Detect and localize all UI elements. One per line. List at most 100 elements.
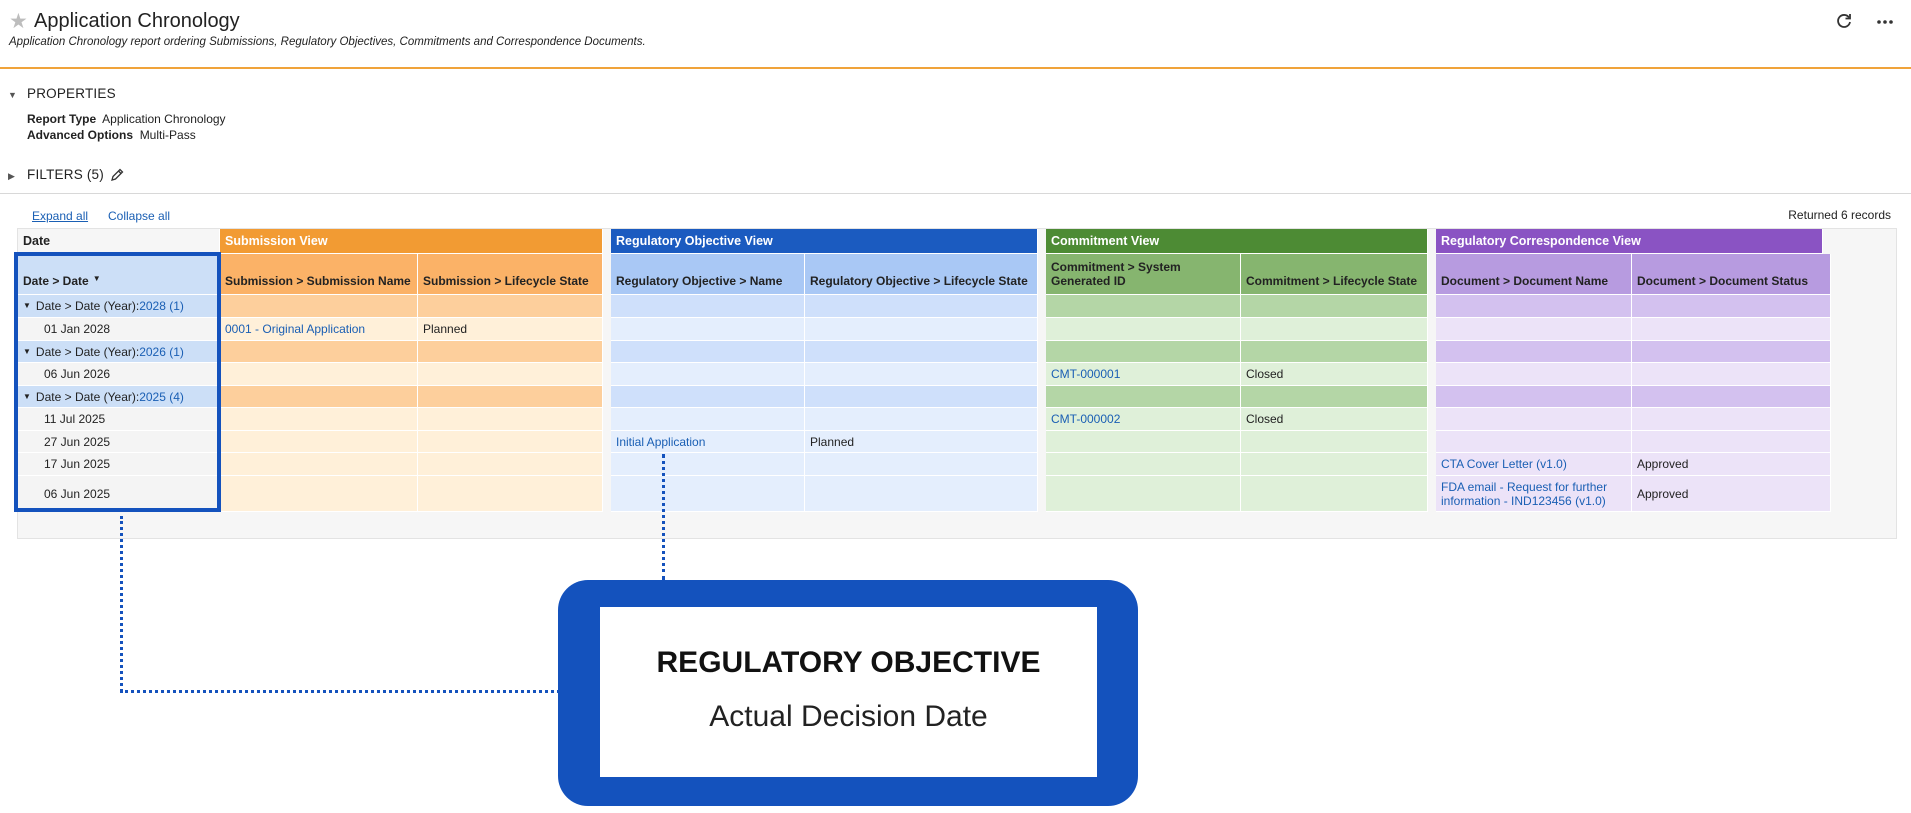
cell-cmt-state: Closed — [1241, 363, 1428, 386]
table-cell — [805, 408, 1038, 431]
col-document-name-header[interactable]: Document > Document Name — [1436, 254, 1632, 295]
obj-name-value[interactable]: Initial Application — [616, 435, 705, 449]
more-actions-icon[interactable] — [1875, 8, 1895, 33]
col-submission-state-header[interactable]: Submission > Lifecycle State — [418, 254, 603, 295]
group-row-cell — [1436, 341, 1632, 363]
table-cell — [418, 431, 603, 453]
table-cell — [805, 453, 1038, 476]
cmt-id-value[interactable]: CMT-000002 — [1051, 412, 1120, 426]
advanced-options-property: Advanced Options Multi-Pass — [27, 128, 196, 142]
properties-collapse-icon[interactable]: ▼ — [8, 90, 17, 100]
cell-cmt-id[interactable]: CMT-000002 — [1046, 408, 1241, 431]
table-cell — [1241, 318, 1428, 341]
cell-cmt-state: Closed — [1241, 408, 1428, 431]
table-cell — [1436, 318, 1632, 341]
col-commitment-id-header[interactable]: Commitment > System Generated ID — [1046, 254, 1241, 295]
group-row-cell — [1046, 341, 1241, 363]
table-cell — [1632, 431, 1831, 453]
correspondence-view-header-label: Regulatory Correspondence View — [1441, 234, 1641, 248]
report-type-value: Application Chronology — [102, 112, 226, 126]
sub-name-value[interactable]: 0001 - Original Application — [225, 322, 365, 336]
col-submission-name-header[interactable]: Submission > Submission Name — [220, 254, 418, 295]
submission-view-header-label: Submission View — [225, 234, 328, 248]
col-objective-state-header[interactable]: Regulatory Objective > Lifecycle State — [805, 254, 1038, 295]
filters-divider — [0, 193, 1911, 194]
group-row-cell — [1436, 295, 1632, 318]
col-document-name-label: Document > Document Name — [1441, 274, 1609, 288]
table-cell — [1436, 408, 1632, 431]
group-row-cell — [1436, 386, 1632, 408]
table-cell — [1632, 318, 1831, 341]
filters-expand-icon[interactable]: ▶ — [8, 171, 15, 182]
cell-obj-name[interactable]: Initial Application — [611, 431, 805, 453]
doc-status-value: Approved — [1637, 486, 1689, 501]
record-count: Returned 6 records — [1788, 208, 1891, 222]
cmt-id-value[interactable]: CMT-000001 — [1051, 367, 1120, 381]
date-connector-vertical — [120, 516, 123, 692]
table-cell — [611, 318, 805, 341]
col-objective-state-label: Regulatory Objective > Lifecycle State — [810, 274, 1028, 288]
group-row-cell — [805, 386, 1038, 408]
table-cell — [220, 476, 418, 512]
table-cell — [1436, 363, 1632, 386]
cmt-state-value: Closed — [1246, 367, 1284, 381]
table-cell — [611, 476, 805, 512]
sub-state-value: Planned — [423, 322, 468, 336]
group-row-cell — [220, 341, 418, 363]
group-row-cell — [418, 386, 603, 408]
col-objective-name-header[interactable]: Regulatory Objective > Name — [611, 254, 805, 295]
date-column-highlight — [14, 252, 221, 512]
cell-sub-name[interactable]: 0001 - Original Application — [220, 318, 418, 341]
col-document-status-header[interactable]: Document > Document Status — [1632, 254, 1831, 295]
cell-doc-status: Approved — [1632, 453, 1831, 476]
table-cell — [418, 408, 603, 431]
table-cell — [1046, 318, 1241, 341]
table-cell — [805, 476, 1038, 512]
doc-status-value: Approved — [1637, 457, 1689, 471]
col-submission-name-label: Submission > Submission Name — [225, 274, 411, 288]
expand-all-link[interactable]: Expand all — [32, 209, 88, 223]
table-cell — [220, 363, 418, 386]
date-group-header-label: Date — [23, 234, 51, 248]
table-cell — [1046, 431, 1241, 453]
group-row-cell — [1241, 386, 1428, 408]
col-objective-name-label: Regulatory Objective > Name — [616, 274, 783, 288]
table-cell — [611, 363, 805, 386]
cell-sub-state: Planned — [418, 318, 603, 341]
refresh-icon[interactable] — [1835, 12, 1853, 35]
doc-name-value[interactable]: FDA email - Request for further informat… — [1441, 480, 1626, 508]
group-row-cell — [220, 295, 418, 318]
group-row-cell — [611, 341, 805, 363]
properties-title[interactable]: PROPERTIES — [27, 86, 116, 101]
correspondence-view-header: Regulatory Correspondence View — [1436, 229, 1823, 254]
cmt-state-value: Closed — [1246, 412, 1284, 426]
submission-view-header: Submission View — [220, 229, 603, 254]
advanced-options-value: Multi-Pass — [139, 128, 196, 142]
group-row-cell — [1046, 295, 1241, 318]
table-cell — [220, 431, 418, 453]
table-cell — [418, 363, 603, 386]
callout-box — [600, 607, 1097, 777]
group-row-cell — [1632, 295, 1831, 318]
group-row-cell — [1241, 295, 1428, 318]
callout-title: REGULATORY OBJECTIVE — [656, 646, 1041, 679]
group-row-cell — [805, 341, 1038, 363]
objective-connector — [662, 454, 665, 580]
table-cell — [220, 453, 418, 476]
collapse-all-link[interactable]: Collapse all — [108, 209, 170, 223]
table-cell — [1632, 363, 1831, 386]
col-commitment-state-header[interactable]: Commitment > Lifecycle State — [1241, 254, 1428, 295]
filters-title[interactable]: FILTERS (5) — [27, 167, 104, 182]
favorite-star-icon[interactable]: ★ — [9, 11, 29, 32]
table-cell — [611, 453, 805, 476]
commitment-view-header: Commitment View — [1046, 229, 1428, 254]
cell-cmt-id[interactable]: CMT-000001 — [1046, 363, 1241, 386]
doc-name-value[interactable]: CTA Cover Letter (v1.0) — [1441, 457, 1567, 471]
cell-doc-name[interactable]: CTA Cover Letter (v1.0) — [1436, 453, 1632, 476]
table-cell — [805, 363, 1038, 386]
cell-doc-name[interactable]: FDA email - Request for further informat… — [1436, 476, 1632, 512]
group-row-cell — [1241, 341, 1428, 363]
obj-state-value: Planned — [810, 434, 855, 449]
pencil-icon[interactable] — [110, 168, 124, 187]
table-cell — [1046, 453, 1241, 476]
